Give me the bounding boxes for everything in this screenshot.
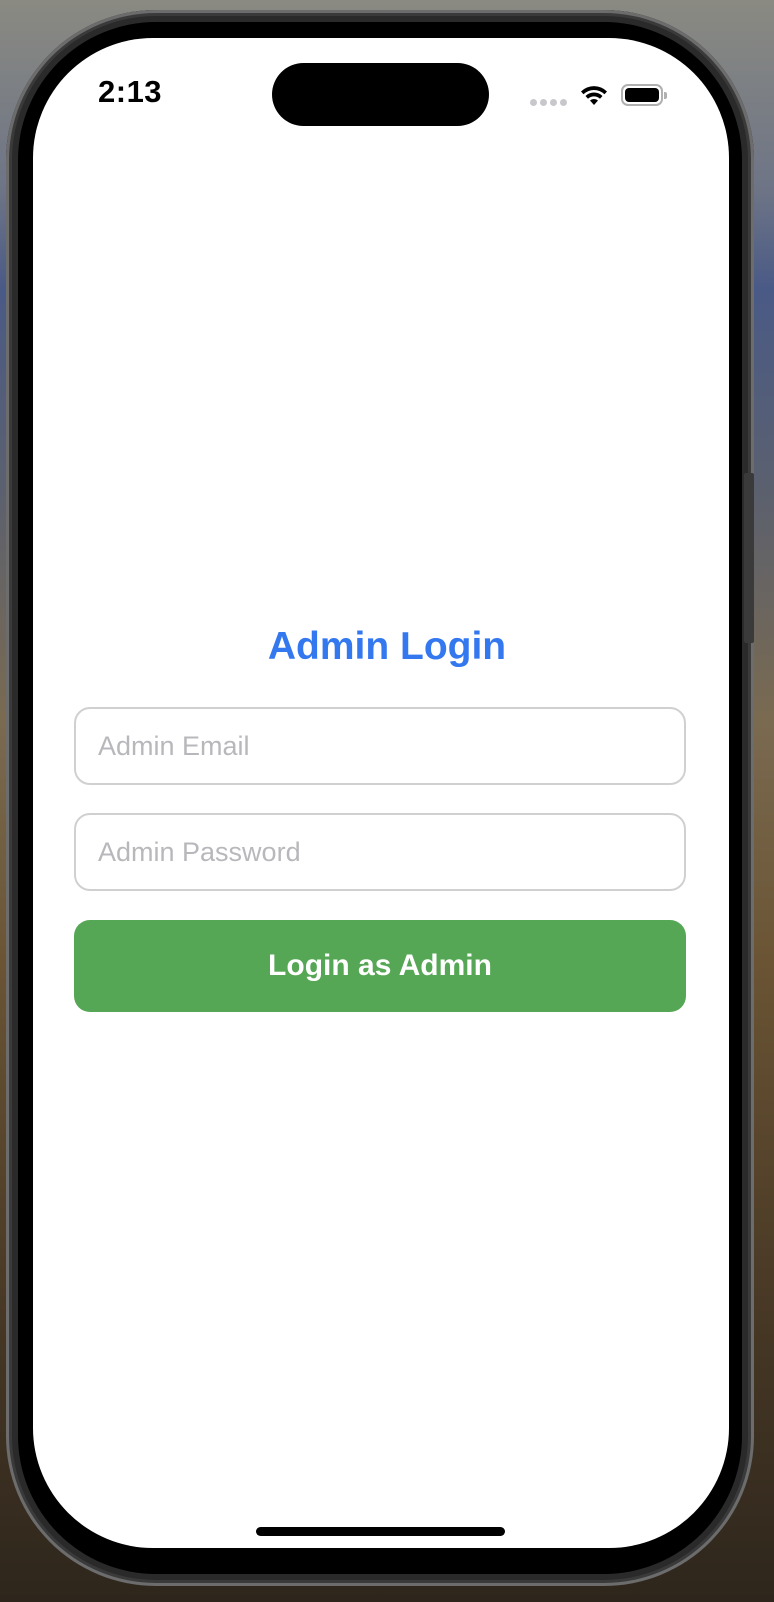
battery-icon xyxy=(621,84,667,106)
admin-password-input[interactable] xyxy=(74,813,686,891)
phone-screen xyxy=(33,38,729,1548)
status-icons xyxy=(530,82,667,108)
side-button xyxy=(744,473,754,643)
dynamic-island xyxy=(272,63,489,126)
admin-email-input[interactable] xyxy=(74,707,686,785)
login-as-admin-button[interactable]: Login as Admin xyxy=(74,920,686,1012)
wifi-icon xyxy=(579,84,609,106)
page-title: Admin Login xyxy=(267,625,507,668)
signal-dots-icon xyxy=(530,98,567,106)
home-indicator[interactable] xyxy=(256,1527,505,1536)
status-time: 2:13 xyxy=(98,74,163,109)
